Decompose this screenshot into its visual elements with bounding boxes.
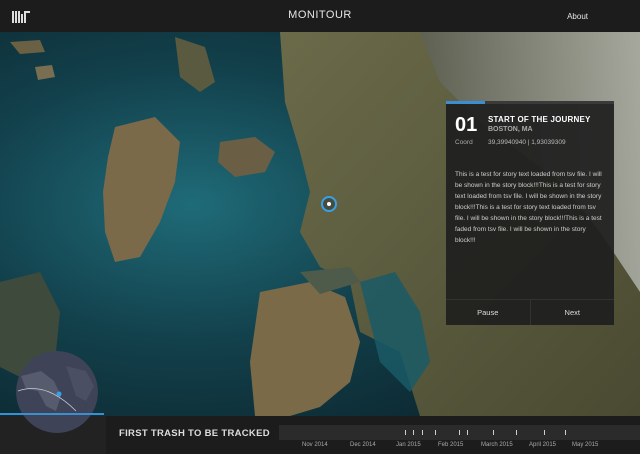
globe-progress-line — [0, 413, 104, 415]
timeline-tick[interactable] — [422, 430, 423, 435]
coord-label: Coord — [455, 139, 473, 146]
month-label: Jan 2015 — [396, 442, 421, 448]
month-label: March 2015 — [481, 442, 513, 448]
footer-title: FIRST TRASH TO BE TRACKED — [119, 428, 270, 439]
story-title: START OF THE JOURNEY — [488, 115, 591, 124]
timeline-tick[interactable] — [413, 430, 414, 435]
timeline-tick[interactable] — [516, 430, 517, 435]
story-progress-fill — [446, 101, 485, 104]
story-progress-track — [446, 101, 614, 104]
coord-value: 39,39940940 | 1,93039309 — [488, 139, 566, 146]
app-title: MONITOUR — [288, 9, 352, 21]
next-button[interactable]: Next — [529, 300, 615, 325]
pause-button[interactable]: Pause — [446, 300, 530, 325]
about-link[interactable]: About — [567, 12, 588, 21]
mini-globe[interactable] — [16, 351, 98, 433]
timeline-tick[interactable] — [435, 430, 436, 435]
story-controls: Pause Next — [446, 299, 614, 325]
story-panel: 01 START OF THE JOURNEY BOSTON, MA Coord… — [446, 101, 614, 325]
story-location: BOSTON, MA — [488, 126, 533, 133]
month-label: Feb 2015 — [438, 442, 464, 448]
timeline-tick[interactable] — [467, 430, 468, 435]
month-label: Dec 2014 — [350, 442, 376, 448]
timeline[interactable] — [279, 425, 640, 440]
month-label: Nov 2014 — [302, 442, 328, 448]
timeline-tick[interactable] — [565, 430, 566, 435]
timeline-tick[interactable] — [459, 430, 460, 435]
timeline-tick[interactable] — [544, 430, 545, 435]
timeline-tick[interactable] — [493, 430, 494, 435]
timeline-tick[interactable] — [405, 430, 406, 435]
location-marker-icon[interactable] — [321, 196, 337, 212]
story-text: This is a test for story text loaded fro… — [455, 171, 602, 244]
month-label: April 2015 — [529, 442, 557, 448]
story-number: 01 — [455, 114, 478, 136]
top-bar: MONITOUR About — [0, 0, 640, 32]
month-label: May 2015 — [572, 442, 599, 448]
